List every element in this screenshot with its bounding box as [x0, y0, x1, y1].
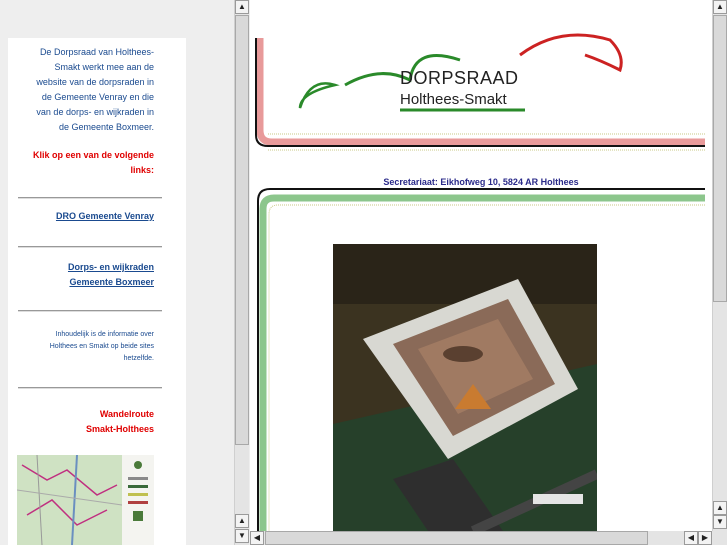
scroll-down-button[interactable]: ▼	[713, 515, 727, 529]
scroll-thumb[interactable]	[235, 15, 249, 445]
link-wijkraden-line-2[interactable]: Gemeente Boxmeer	[69, 275, 154, 290]
logo-title: DORPSRAAD	[400, 68, 519, 88]
intro-line-1: De Dorpsraad van Holthees-	[39, 47, 154, 57]
scroll-up-button[interactable]: ▲	[713, 0, 727, 14]
right-frame-scrollbar[interactable]: ▲ ▲ ▼	[712, 0, 727, 531]
divider	[18, 246, 162, 248]
info-line-3: hetzelfde.	[123, 355, 154, 362]
scroll-up-button[interactable]: ▲	[235, 514, 249, 528]
click-label-line-2: links:	[130, 165, 154, 175]
wandelroute-line-1: Wandelroute	[99, 409, 154, 419]
scroll-left-button[interactable]: ◀	[684, 531, 698, 545]
scroll-right-button[interactable]: ▶	[698, 531, 712, 545]
left-panel: De Dorpsraad van Holthees- Smakt werkt m…	[8, 38, 186, 545]
wandelroute-line-2[interactable]: Smakt-Holthees	[86, 422, 154, 437]
divider	[18, 387, 162, 389]
logo-subtitle: Holthees-Smakt	[400, 91, 507, 108]
scroll-thumb[interactable]	[713, 15, 727, 302]
link-dro-venray[interactable]: DRO Gemeente Venray	[56, 209, 154, 224]
route-map-thumbnail[interactable]	[17, 455, 154, 545]
intro-line-6: de Gemeente Boxmeer.	[58, 122, 154, 132]
click-label-line-1: Klik op een van de volgende	[32, 150, 154, 160]
right-frame-hscrollbar[interactable]: ◀ ◀ ▶	[250, 531, 727, 545]
scroll-left-button[interactable]: ◀	[250, 531, 264, 545]
left-frame-scrollbar[interactable]: ▲ ▲ ▼	[234, 0, 249, 545]
scroll-down-button[interactable]: ▼	[235, 529, 249, 543]
intro-line-3: website van de dorpsraden in	[36, 77, 154, 87]
divider	[18, 197, 162, 199]
intro-line-4: de Gemeente Venray en die	[41, 92, 154, 102]
scroll-up-button[interactable]: ▲	[235, 0, 249, 14]
scroll-up-button[interactable]: ▲	[713, 501, 727, 515]
link-wijkraden-line-1[interactable]: Dorps- en wijkraden	[68, 260, 154, 275]
aerial-photo-monument	[333, 244, 597, 531]
info-line-1: Inhoudelijk is de informatie over	[55, 331, 154, 338]
right-frame: DORPSRAAD Holthees-Smakt Secretariaat: E…	[250, 0, 712, 531]
info-line-2: Holthees en Smakt op beide sites	[49, 343, 154, 350]
hscroll-thumb[interactable]	[265, 531, 648, 545]
divider	[18, 310, 162, 312]
intro-line-2: Smakt werkt mee aan de	[54, 62, 154, 72]
left-frame: De Dorpsraad van Holthees- Smakt werkt m…	[0, 0, 234, 545]
intro-line-5: van de dorps- en wijkraden in	[36, 107, 154, 117]
